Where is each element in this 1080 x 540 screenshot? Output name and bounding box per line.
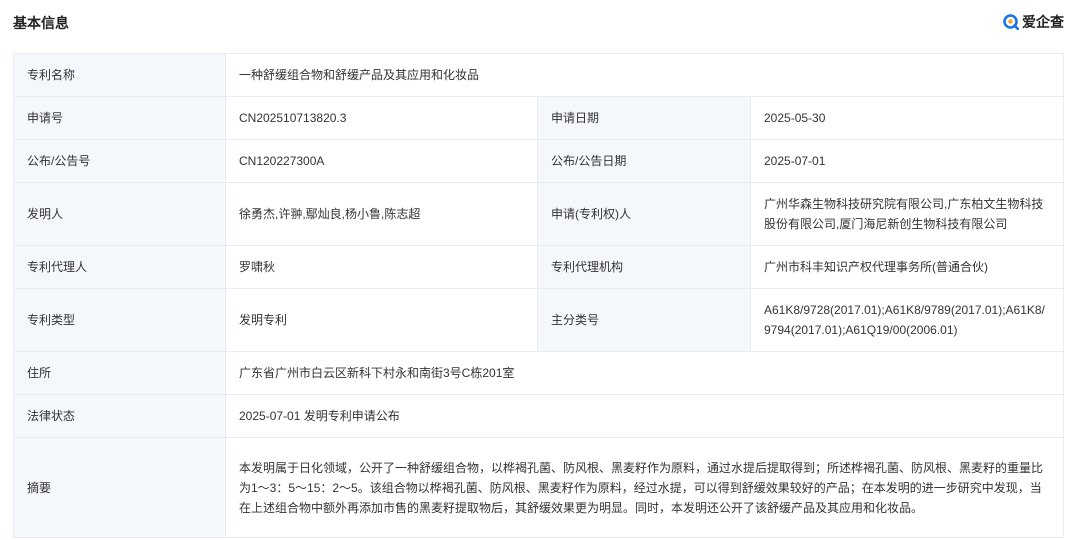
patent-type-label: 专利类型 <box>13 288 226 352</box>
abstract-label: 摘要 <box>13 437 226 538</box>
header: 基本信息 爱企查 <box>0 0 1080 44</box>
patent-type-value: 发明专利 <box>225 288 538 352</box>
application-no-label: 申请号 <box>13 96 226 140</box>
publication-date-value: 2025-07-01 <box>749 139 1065 183</box>
table-row: 专利类型 发明专利 主分类号 A61K8/9728(2017.01);A61K8… <box>13 288 1065 352</box>
table-row: 摘要 本发明属于日化领域，公开了一种舒缓组合物，以桦褐孔菌、防风根、黑麦籽作为原… <box>13 437 1065 538</box>
legal-status-label: 法律状态 <box>13 394 226 438</box>
brand-link[interactable]: 爱企查 <box>1003 12 1064 32</box>
abstract-value: 本发明属于日化领域，公开了一种舒缓组合物，以桦褐孔菌、防风根、黑麦籽作为原料，通… <box>224 437 1065 538</box>
application-date-label: 申请日期 <box>537 96 751 140</box>
main-class-value: A61K8/9728(2017.01);A61K8/9789(2017.01);… <box>749 288 1065 352</box>
brand-name: 爱企查 <box>1022 14 1064 30</box>
main-class-label: 主分类号 <box>537 288 751 352</box>
table-row: 法律状态 2025-07-01 发明专利申请公布 <box>13 394 1065 438</box>
table-row: 专利名称 一种舒缓组合物和舒缓产品及其应用和化妆品 <box>13 53 1065 97</box>
application-no-value: CN202510713820.3 <box>225 96 538 140</box>
applicant-link[interactable]: 广州华森生物科技研究院有限公司,广东柏文生物科技股份有限公司,厦门海尼新创生物科… <box>749 182 1065 246</box>
patent-info-table: 专利名称 一种舒缓组合物和舒缓产品及其应用和化妆品 申请号 CN20251071… <box>13 53 1065 538</box>
section-title: 基本信息 <box>13 15 69 31</box>
address-value: 广东省广州市白云区新科下村永和南街3号C栋201室 <box>224 351 1065 395</box>
address-label: 住所 <box>13 351 226 395</box>
agent-label: 专利代理人 <box>13 245 226 289</box>
table-row: 专利代理人 罗啸秋 专利代理机构 广州市科丰知识产权代理事务所(普通合伙) <box>13 245 1065 289</box>
inventor-value: 徐勇杰,许翀,鄢灿良,杨小鲁,陈志超 <box>225 182 538 246</box>
agency-label: 专利代理机构 <box>537 245 751 289</box>
aiqicha-logo-icon <box>1003 14 1019 30</box>
publication-no-label: 公布/公告号 <box>13 139 226 183</box>
publication-date-label: 公布/公告日期 <box>537 139 751 183</box>
table-row: 申请号 CN202510713820.3 申请日期 2025-05-30 <box>13 96 1065 140</box>
table-row: 公布/公告号 CN120227300A 公布/公告日期 2025-07-01 <box>13 139 1065 183</box>
inventor-label: 发明人 <box>13 182 226 246</box>
legal-status-value: 2025-07-01 发明专利申请公布 <box>224 394 1065 438</box>
agent-value: 罗啸秋 <box>225 245 538 289</box>
patent-name-value: 一种舒缓组合物和舒缓产品及其应用和化妆品 <box>224 53 1065 97</box>
applicant-label: 申请(专利权)人 <box>537 182 751 246</box>
patent-name-label: 专利名称 <box>13 53 226 97</box>
application-date-value: 2025-05-30 <box>749 96 1065 140</box>
table-row: 发明人 徐勇杰,许翀,鄢灿良,杨小鲁,陈志超 申请(专利权)人 广州华森生物科技… <box>13 182 1065 246</box>
agency-value: 广州市科丰知识产权代理事务所(普通合伙) <box>749 245 1065 289</box>
table-row: 住所 广东省广州市白云区新科下村永和南街3号C栋201室 <box>13 351 1065 395</box>
publication-no-value: CN120227300A <box>225 139 538 183</box>
